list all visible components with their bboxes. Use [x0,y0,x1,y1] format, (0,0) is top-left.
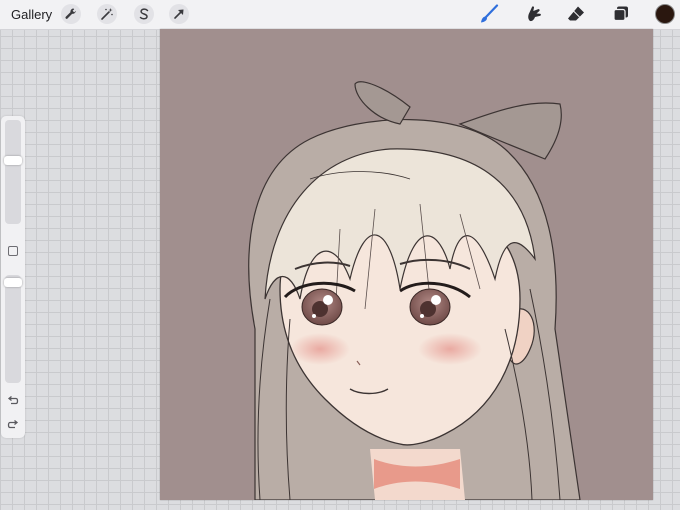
brush-tool-button[interactable] [477,3,501,25]
undo-icon[interactable] [6,394,20,408]
brush-icon [481,4,499,23]
drawing-canvas[interactable] [160,29,653,500]
color-picker-button[interactable] [655,4,675,24]
brush-size-thumb[interactable] [4,156,22,165]
eraser-tool-button[interactable] [564,3,588,25]
smudge-tool-button[interactable] [522,3,546,25]
gallery-button[interactable]: Gallery [11,7,52,22]
actions-button[interactable] [61,4,81,24]
transform-arrow-icon [174,9,184,19]
eraser-icon [568,6,584,21]
transform-button[interactable] [169,4,189,24]
magic-wand-icon [101,8,113,20]
opacity-thumb[interactable] [4,278,22,287]
redo-icon[interactable] [6,418,20,432]
selection-icon [139,8,149,20]
adjustments-button[interactable] [97,4,117,24]
top-toolbar: Gallery [0,0,680,30]
layers-icon [613,6,628,22]
opacity-slider[interactable] [4,275,22,383]
brush-size-slider[interactable] [4,120,22,224]
modify-button[interactable] [8,246,18,256]
layers-button[interactable] [609,3,633,25]
wrench-icon [65,8,76,19]
smudge-icon [528,6,541,22]
selection-button[interactable] [134,4,154,24]
left-sidebar [1,116,25,438]
anime-girl-illustration [248,81,581,500]
